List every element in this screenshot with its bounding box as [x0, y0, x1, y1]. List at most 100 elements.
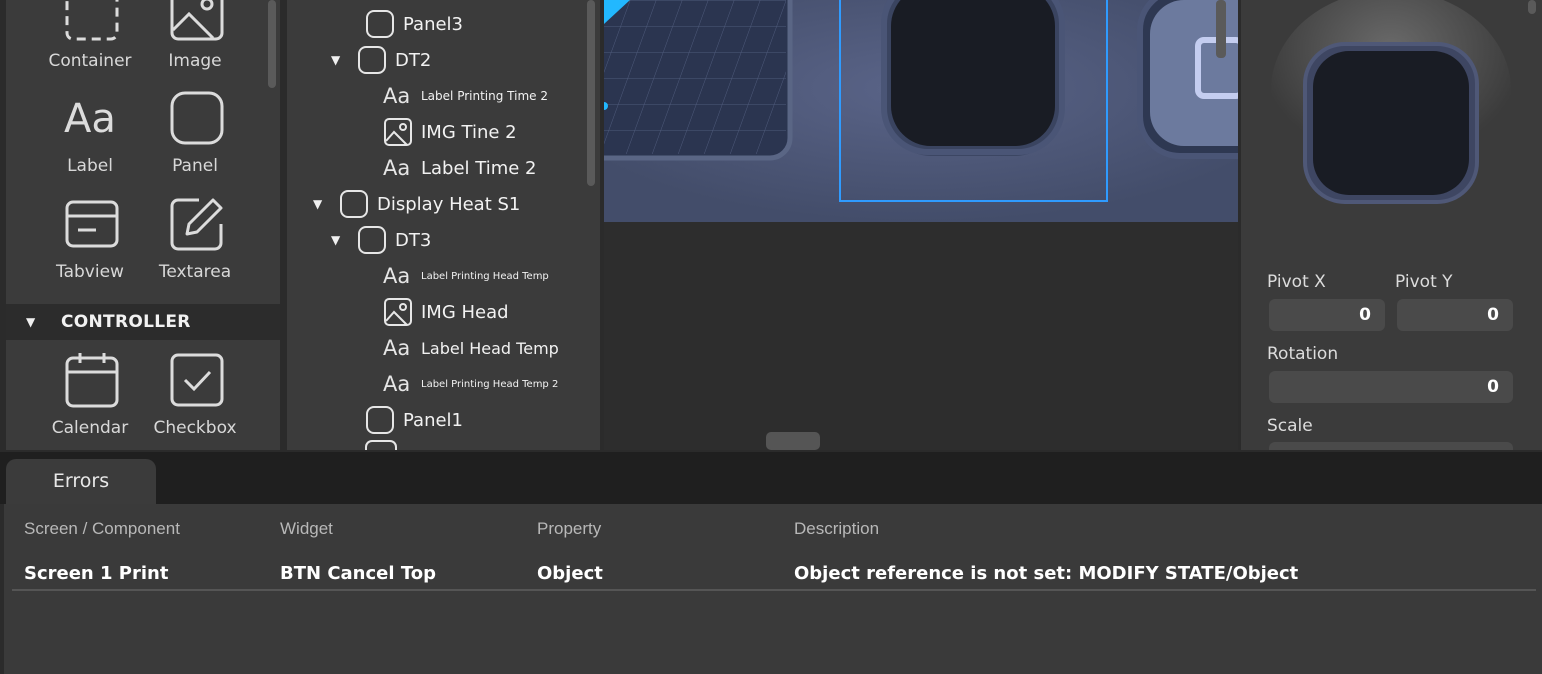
- label-icon: Aa: [383, 369, 413, 399]
- widget-label: Panel: [172, 156, 218, 176]
- widget-label: Image: [168, 51, 222, 71]
- panel-icon: [365, 405, 395, 435]
- selected-button-widget[interactable]: [881, 0, 1065, 156]
- row-separator: [12, 589, 1536, 591]
- label-icon: Aa: [64, 90, 120, 146]
- tree-node-label: DT3: [395, 229, 432, 251]
- widget-label: Calendar: [51, 418, 129, 438]
- widget-palette: Container Image Aa Label Panel Tabview T…: [6, 0, 280, 450]
- widget-preview-thumbnail: [1271, 0, 1511, 204]
- tree-node-label: IMG Tine 2: [421, 121, 517, 143]
- error-cell-screen[interactable]: Screen 1 Print: [24, 563, 168, 584]
- column-header-screen[interactable]: Screen / Component: [24, 519, 180, 539]
- expand-triangle-icon[interactable]: ▼: [313, 197, 331, 211]
- image-icon: [383, 297, 413, 327]
- column-header-description[interactable]: Description: [794, 519, 879, 539]
- expand-triangle-icon[interactable]: ▼: [331, 53, 349, 67]
- widget-label: Tabview: [56, 262, 124, 282]
- tree-node[interactable]: Aa Label Printing Head Temp 2: [357, 366, 558, 402]
- tab-errors-label: Errors: [52, 470, 110, 492]
- tree-node[interactable]: Aa Label Time 2: [357, 150, 537, 186]
- widget-image[interactable]: Image: [145, 0, 245, 86]
- widget-label: Textarea: [158, 262, 232, 282]
- widget-tabview[interactable]: Tabview: [40, 196, 140, 296]
- error-cell-widget[interactable]: BTN Cancel Top: [280, 563, 436, 584]
- svg-text:Aa: Aa: [383, 372, 410, 396]
- tree-node-label: DT2: [395, 49, 432, 71]
- svg-text:Aa: Aa: [383, 264, 410, 288]
- tree-node[interactable]: ▼ DT3: [331, 222, 431, 258]
- panel-icon: [357, 225, 387, 255]
- preview-scrollbar[interactable]: [1216, 0, 1226, 58]
- svg-text:Aa: Aa: [383, 336, 410, 360]
- rotation-field[interactable]: 0: [1269, 371, 1513, 403]
- textarea-icon: [169, 196, 225, 252]
- pivot-x-label: Pivot X: [1267, 272, 1326, 292]
- tree-node-label: Label Printing Head Temp: [421, 270, 549, 282]
- bottom-tab-bar: [0, 452, 1542, 504]
- design-canvas[interactable]: [604, 0, 1238, 450]
- tree-node-label: Label Printing Head Temp 2: [421, 378, 559, 390]
- tree-node[interactable]: Aa Label Printing Head Temp: [357, 258, 549, 294]
- tree-node[interactable]: Panel3: [339, 6, 463, 42]
- tree-node[interactable]: Panel1: [339, 402, 463, 438]
- expand-triangle-icon[interactable]: ▼: [331, 233, 349, 247]
- label-icon: Aa: [383, 153, 413, 183]
- widget-calendar[interactable]: Calendar: [40, 352, 140, 450]
- error-cell-property[interactable]: Object: [537, 563, 603, 584]
- panel-icon: [357, 45, 387, 75]
- controller-section-header[interactable]: ▼ CONTROLLER: [6, 304, 280, 340]
- grid-card-widget[interactable]: [604, 0, 793, 161]
- tree-node[interactable]: ▼ Display Heat S1: [313, 186, 520, 222]
- column-header-widget[interactable]: Widget: [280, 519, 333, 539]
- label-icon: Aa: [383, 261, 413, 291]
- scale-label: Scale: [1267, 416, 1313, 436]
- section-title: CONTROLLER: [61, 312, 191, 332]
- tab-errors[interactable]: Errors: [6, 459, 156, 505]
- hierarchy-tree: Panel3 ▼ DT2 Aa Label Printing Time 2 IM…: [287, 0, 600, 450]
- tree-node-label: Display Heat S1: [377, 193, 521, 215]
- svg-text:Aa: Aa: [64, 96, 116, 142]
- tree-node[interactable]: ▼ DT2: [331, 42, 431, 78]
- screen-preview[interactable]: [604, 0, 1238, 222]
- tree-node-label: Label Head Temp: [421, 338, 559, 358]
- widget-textarea[interactable]: Textarea: [145, 196, 245, 296]
- panel-icon: [365, 440, 397, 450]
- widget-label: Container: [48, 51, 132, 71]
- tabview-icon: [64, 196, 120, 252]
- panel-icon: [365, 9, 395, 39]
- properties-panel: Pivot X Pivot Y 0 0 Rotation 0 Scale: [1241, 0, 1542, 450]
- rotation-label: Rotation: [1267, 344, 1339, 364]
- scale-field[interactable]: [1269, 442, 1513, 450]
- tree-scrollbar[interactable]: [587, 0, 595, 186]
- tree-node-label: Label Printing Time 2: [421, 89, 548, 103]
- label-icon: Aa: [383, 81, 413, 111]
- canvas-resize-handle[interactable]: [766, 432, 820, 450]
- pivot-x-field[interactable]: 0: [1269, 299, 1385, 331]
- tree-node[interactable]: Aa Label Head Temp: [357, 330, 559, 366]
- tree-node[interactable]: IMG Tine 2: [357, 114, 517, 150]
- widget-label: Checkbox: [153, 418, 237, 438]
- palette-scrollbar[interactable]: [268, 0, 276, 88]
- tree-node-label: Panel3: [403, 13, 464, 35]
- column-header-property[interactable]: Property: [537, 519, 601, 539]
- widget-container[interactable]: Container: [40, 0, 140, 86]
- pivot-x-value: 0: [1359, 305, 1371, 325]
- widget-panel[interactable]: Panel: [145, 90, 245, 190]
- error-cell-description[interactable]: Object reference is not set: MODIFY STAT…: [794, 563, 1298, 584]
- pivot-y-label: Pivot Y: [1395, 272, 1453, 292]
- widget-checkbox[interactable]: Checkbox: [145, 352, 245, 450]
- tree-node-label: Panel1: [403, 409, 464, 431]
- panel-icon: [169, 90, 225, 146]
- tree-node-label: IMG Head: [421, 301, 509, 323]
- panel-icon: [339, 189, 369, 219]
- checkbox-icon: [169, 352, 225, 408]
- widget-label-item[interactable]: Aa Label: [40, 90, 140, 190]
- properties-scrollbar[interactable]: [1528, 0, 1536, 14]
- pivot-y-field[interactable]: 0: [1397, 299, 1513, 331]
- svg-text:Aa: Aa: [383, 156, 410, 180]
- tree-node[interactable]: Aa Label Printing Time 2: [357, 78, 548, 114]
- tree-node[interactable]: IMG Head: [357, 294, 509, 330]
- svg-text:Aa: Aa: [383, 84, 410, 108]
- widget-label: Label: [67, 156, 113, 176]
